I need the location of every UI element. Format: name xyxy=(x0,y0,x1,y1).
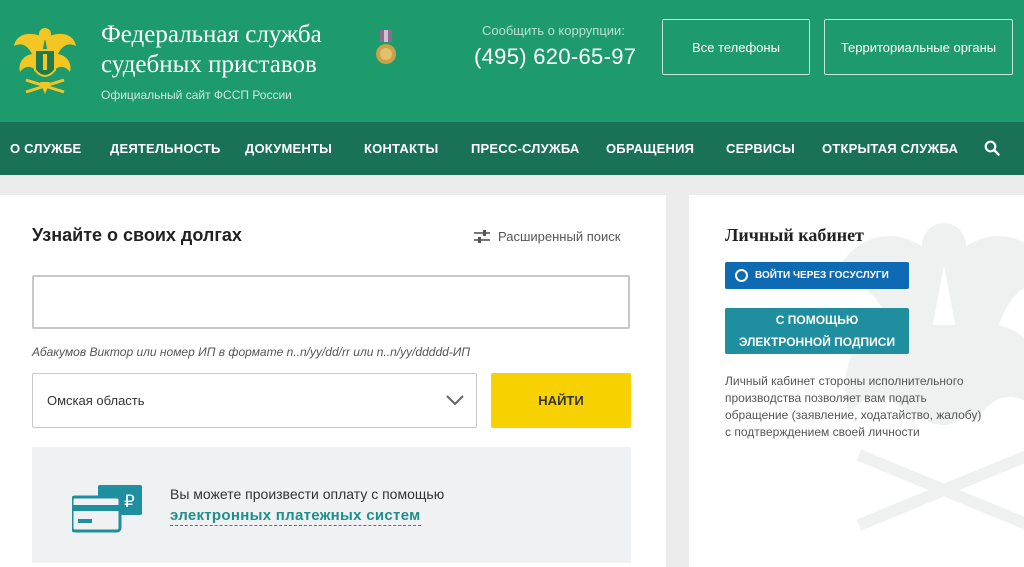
debt-search-card: Узнайте о своих долгах Расширенный поиск… xyxy=(0,195,666,567)
main-nav: О СЛУЖБЕ ДЕЯТЕЛЬНОСТЬ ДОКУМЕНТЫ КОНТАКТЫ… xyxy=(0,122,1024,175)
site-title-line1: Федеральная служба xyxy=(101,21,322,48)
site-title-line2: судебных приставов xyxy=(101,51,317,78)
gosuslugi-logo-icon xyxy=(735,269,748,282)
gosuslugi-login-label: ВОЙТИ ЧЕРЕЗ ГОСУСЛУГИ xyxy=(755,270,889,281)
site-header: Федеральная служба судебных приставов Оф… xyxy=(0,0,1024,122)
nav-item-contacts[interactable]: КОНТАКТЫ xyxy=(364,122,438,175)
filter-sliders-icon xyxy=(474,229,490,243)
search-hint: Абакумов Виктор или номер ИП в формате n… xyxy=(32,345,471,359)
corruption-phone[interactable]: (495) 620-65-97 xyxy=(474,44,636,70)
nav-item-services[interactable]: СЕРВИСЫ xyxy=(726,122,795,175)
find-button[interactable]: НАЙТИ xyxy=(491,373,631,428)
nav-item-about[interactable]: О СЛУЖБЕ xyxy=(10,122,81,175)
signature-button-line1: С ПОМОЩЬЮ xyxy=(775,313,859,327)
digital-signature-button[interactable]: С ПОМОЩЬЮ ЭЛЕКТРОННОЙ ПОДПИСИ xyxy=(725,308,909,354)
advanced-search-label: Расширенный поиск xyxy=(498,229,621,244)
site-title[interactable]: Федеральная служба судебных приставов xyxy=(101,20,322,80)
payment-text: Вы можете произвести оплату с помощью xyxy=(170,486,445,502)
payment-info-box: ₽ Вы можете произвести оплату с помощью … xyxy=(32,447,631,563)
debtor-search-input[interactable] xyxy=(32,275,630,329)
personal-cabinet-card: Личный кабинет ВОЙТИ ЧЕРЕЗ ГОСУСЛУГИ С П… xyxy=(689,195,1024,567)
nav-item-documents[interactable]: ДОКУМЕНТЫ xyxy=(245,122,332,175)
advanced-search-link[interactable]: Расширенный поиск xyxy=(474,229,620,244)
corruption-label: Сообщить о коррупции: xyxy=(482,23,625,38)
cabinet-title: Личный кабинет xyxy=(725,225,864,245)
chevron-down-icon xyxy=(446,395,464,406)
fssp-emblem-icon[interactable] xyxy=(12,24,78,96)
site-subtitle: Официальный сайт ФССП России xyxy=(101,88,292,102)
debt-search-title: Узнайте о своих долгах xyxy=(32,225,242,245)
territorial-bodies-button[interactable]: Территориальные органы xyxy=(824,19,1013,75)
payment-systems-link[interactable]: электронных платежных систем xyxy=(170,507,421,526)
all-phones-button[interactable]: Все телефоны xyxy=(662,19,810,75)
ruble-sign: ₽ xyxy=(124,492,135,512)
region-select[interactable]: Омская область xyxy=(32,373,477,428)
medal-icon xyxy=(376,30,396,64)
nav-item-appeals[interactable]: ОБРАЩЕНИЯ xyxy=(606,122,694,175)
gosuslugi-login-button[interactable]: ВОЙТИ ЧЕРЕЗ ГОСУСЛУГИ xyxy=(725,262,909,289)
nav-item-press[interactable]: ПРЕСС-СЛУЖБА xyxy=(471,122,579,175)
search-icon[interactable] xyxy=(984,140,1000,156)
payment-card-icon: ₽ xyxy=(72,485,142,533)
nav-item-activity[interactable]: ДЕЯТЕЛЬНОСТЬ xyxy=(110,122,221,175)
cabinet-description: Личный кабинет стороны исполнительного п… xyxy=(725,374,982,439)
nav-item-open-service[interactable]: ОТКРЫТАЯ СЛУЖБА xyxy=(822,122,958,175)
region-selected-value: Омская область xyxy=(47,393,145,408)
signature-button-line2: ЭЛЕКТРОННОЙ ПОДПИСИ xyxy=(738,335,896,349)
